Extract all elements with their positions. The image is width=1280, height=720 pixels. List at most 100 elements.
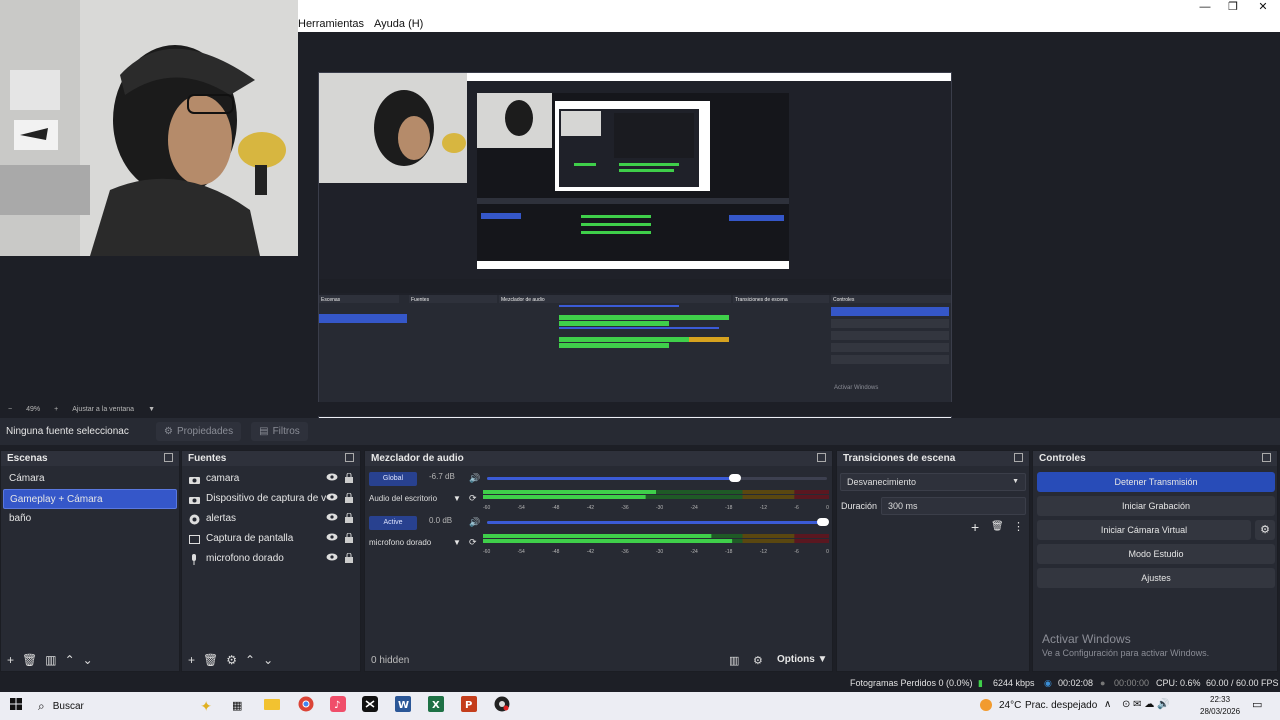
start-recording-button[interactable]: Iniciar Grabación [1037, 496, 1275, 516]
source-label: camara [206, 473, 240, 484]
move-up-button[interactable]: ⌃ [65, 653, 75, 667]
remove-transition-button[interactable]: 🗑 [991, 521, 1004, 532]
settings-button[interactable]: Ajustes [1037, 568, 1275, 588]
scene-item-camara[interactable]: Cámara [3, 469, 177, 489]
zoom-fit-option[interactable]: Ajustar a la ventana [72, 406, 134, 413]
lock-icon[interactable] [345, 493, 353, 503]
clock-time[interactable]: 22:33 [1210, 695, 1230, 704]
undock-icon[interactable] [164, 453, 173, 462]
maximize-button[interactable]: ❐ [1218, 0, 1248, 16]
menu-ayuda[interactable]: Ayuda (H) [374, 18, 423, 30]
meter-scale: -60 -54 -48 -42 -36 -30 -24 -18 -12 -6 0 [483, 549, 829, 555]
volume-slider-knob[interactable] [817, 518, 829, 526]
transitions-header: Transiciones de escena [837, 451, 1029, 466]
zoom-out-button[interactable]: − [8, 406, 12, 413]
powerpoint-icon[interactable]: P [461, 696, 477, 712]
transition-properties-button[interactable]: ⋮ [1013, 520, 1024, 533]
properties-button[interactable]: ⚙ Propiedades [156, 422, 242, 441]
file-explorer-icon[interactable] [264, 697, 280, 711]
start-virtual-camera-button[interactable]: Iniciar Cámara Virtual [1037, 520, 1251, 540]
volume-slider[interactable] [487, 474, 827, 482]
transition-select[interactable]: Desvanecimiento ▼ [840, 473, 1026, 491]
layout-toggle-icon[interactable]: ▥ [729, 654, 739, 667]
source-item-capture-device[interactable]: Dispositivo de captura de video [182, 489, 360, 509]
music-app-icon[interactable]: ♪ [330, 696, 346, 712]
advanced-audio-icon[interactable]: ⚙ [753, 654, 763, 667]
word-icon[interactable]: W [395, 696, 411, 712]
audio-settings-icon[interactable]: ⟳ [469, 537, 477, 548]
scene-item-gameplay-camara[interactable]: Gameplay + Cámara [3, 489, 177, 509]
task-view-icon[interactable]: ▦ [232, 699, 242, 712]
remove-scene-button[interactable]: 🗑 [22, 653, 37, 667]
lock-icon[interactable] [345, 473, 353, 483]
source-item-microfono[interactable]: microfono dorado [182, 549, 360, 569]
webcam-image [0, 0, 298, 256]
lock-icon[interactable] [345, 533, 353, 543]
webcam-overlay [0, 0, 298, 256]
source-properties-button[interactable]: ⚙ [226, 653, 237, 667]
capcut-icon[interactable] [362, 696, 378, 712]
undock-icon[interactable] [1262, 453, 1271, 462]
preview-canvas[interactable]: Escenas Fuentes Mezclador de audio Trans… [0, 0, 1280, 430]
chevron-down-icon[interactable]: ▼ [148, 406, 155, 413]
eye-icon[interactable] [326, 553, 338, 561]
scenes-header: Escenas [1, 451, 179, 466]
move-up-button[interactable]: ⌃ [245, 653, 255, 667]
scene-filters-button[interactable]: ▥ [45, 653, 56, 667]
add-scene-button[interactable]: + [7, 653, 14, 667]
chevron-down-icon[interactable]: ▼ [453, 494, 461, 503]
dropped-frames: Fotogramas Perdidos 0 (0.0%) [850, 678, 973, 688]
stop-streaming-button[interactable]: Detener Transmisión [1037, 472, 1275, 492]
tray-icons[interactable]: ⊙ ✉ ☁ 🔊 [1122, 699, 1170, 710]
zoom-level: 49% [26, 405, 41, 413]
hidden-count: 0 hidden [371, 654, 410, 666]
eye-icon[interactable] [326, 533, 338, 541]
undock-icon[interactable] [1014, 453, 1023, 462]
virtual-camera-settings-icon[interactable]: ⚙ [1255, 520, 1275, 540]
volume-slider[interactable] [487, 518, 829, 526]
source-item-camara[interactable]: camara [182, 469, 360, 489]
audio-settings-icon[interactable]: ⟳ [469, 493, 477, 504]
notification-icon[interactable]: ▭ [1252, 698, 1262, 711]
taskbar-search[interactable]: ⌕ Buscar ✦ [32, 694, 212, 718]
studio-mode-button[interactable]: Modo Estudio [1037, 544, 1275, 564]
obs-studio-icon[interactable] [494, 696, 510, 712]
windows-start-icon[interactable] [10, 698, 22, 710]
speaker-icon[interactable]: 🔊 [469, 473, 480, 484]
eye-icon[interactable] [326, 473, 338, 481]
chrome-icon[interactable] [298, 696, 314, 712]
minimize-button[interactable]: — [1190, 0, 1220, 16]
remove-source-button[interactable]: 🗑 [203, 653, 218, 667]
move-down-button[interactable]: ⌄ [83, 653, 93, 667]
windows-taskbar: ⌕ Buscar ✦ ▦ ♪ W X P 24°C Prac. despejad… [0, 692, 1280, 720]
source-item-captura-pantalla[interactable]: Captura de pantalla [182, 529, 360, 549]
meter-tick: -54 [517, 549, 525, 555]
duration-input[interactable]: 300 ms [881, 497, 1026, 515]
meter-tick: -30 [655, 549, 664, 555]
options-menu[interactable]: Options ▼ [777, 654, 827, 665]
close-button[interactable]: ✕ [1248, 0, 1278, 16]
excel-icon[interactable]: X [428, 696, 444, 712]
lock-icon[interactable] [345, 553, 353, 563]
menu-herramientas[interactable]: Herramientas [298, 18, 364, 30]
weather-desc[interactable]: Prac. despejado [1025, 700, 1097, 711]
zoom-in-button[interactable]: + [54, 406, 58, 413]
scene-item-bano[interactable]: baño [3, 509, 177, 529]
add-transition-button[interactable]: + [971, 519, 979, 535]
filters-button[interactable]: ▤ Filtros [251, 422, 308, 441]
lock-icon[interactable] [345, 513, 353, 523]
add-source-button[interactable]: + [188, 653, 195, 667]
chevron-up-icon[interactable]: ∧ [1104, 699, 1111, 710]
weather-temp[interactable]: 24°C [999, 700, 1021, 711]
clock-date[interactable]: 28/03/2026 [1200, 707, 1240, 716]
move-down-button[interactable]: ⌄ [263, 653, 273, 667]
eye-icon[interactable] [326, 513, 338, 521]
volume-slider-knob[interactable] [728, 474, 741, 482]
speaker-icon[interactable]: 🔊 [469, 517, 480, 528]
channel-db: 0.0 dB [429, 516, 453, 525]
undock-icon[interactable] [345, 453, 354, 462]
undock-icon[interactable] [817, 453, 826, 462]
chevron-down-icon[interactable]: ▼ [453, 538, 461, 547]
eye-icon[interactable] [326, 493, 338, 501]
source-item-alertas[interactable]: alertas [182, 509, 360, 529]
